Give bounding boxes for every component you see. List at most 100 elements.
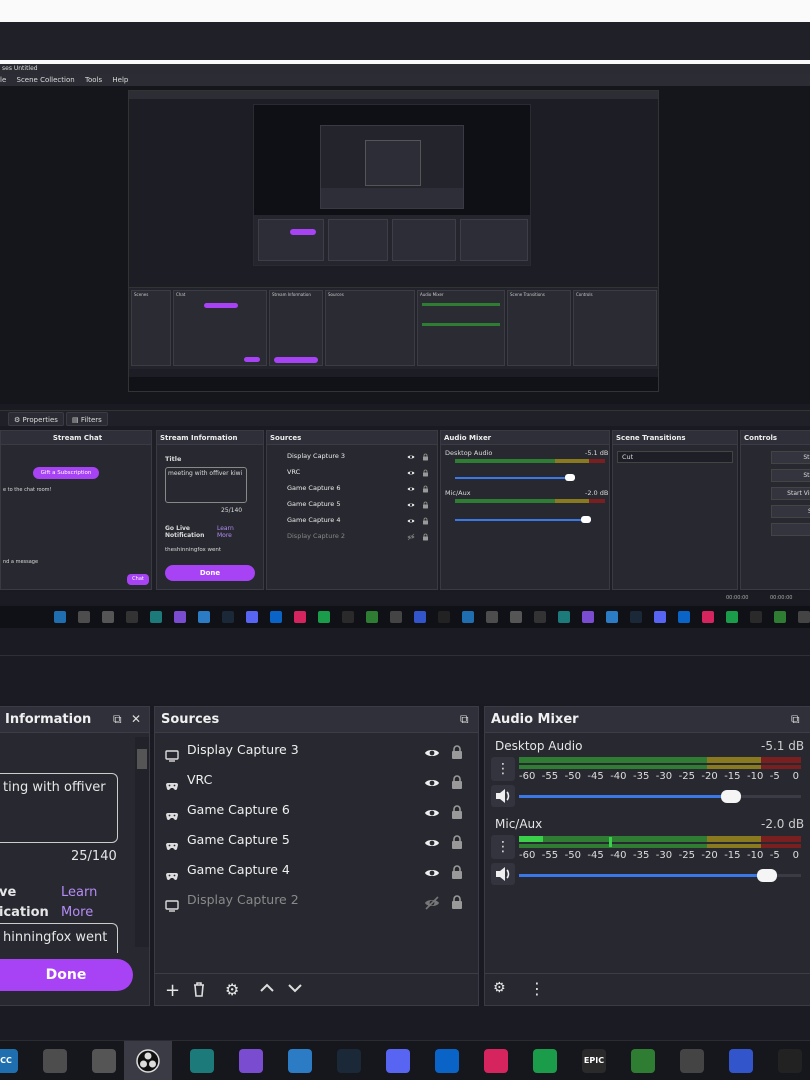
taskbar-epic-icon[interactable]: EPIC [582,1049,606,1073]
done-button[interactable]: Done [0,959,133,991]
close-icon[interactable]: ✕ [131,713,143,725]
mid-done-button[interactable]: Done [165,565,255,581]
desktop-volume-knob[interactable] [720,790,741,803]
mid-eye-icon[interactable] [407,500,415,514]
mid-source-item[interactable]: Display Capture 2 [271,529,433,543]
mid-chat-button[interactable]: Chat [127,574,149,585]
eye-icon[interactable] [424,742,440,758]
eye-icon[interactable] [424,862,440,878]
taskbar-roblox2-icon[interactable] [680,1049,704,1073]
mid-source-item[interactable]: VRC [271,465,433,479]
taskbar-roblox-icon[interactable] [92,1049,116,1073]
taskbar-capcut-icon[interactable] [778,1049,802,1073]
lock-icon[interactable] [450,891,464,909]
eye-icon[interactable] [424,802,440,818]
taskbar-tiktok-icon[interactable] [484,1049,508,1073]
eye-icon[interactable] [424,832,440,848]
mid-control-3[interactable]: Stu [771,505,810,518]
undock-icon[interactable]: ⧉ [460,713,472,725]
mid-eye-icon[interactable] [407,452,415,466]
mid-control-2[interactable]: Start Virtu [771,487,810,500]
source-item[interactable]: Game Capture 6 [161,795,468,825]
mid-lock-icon[interactable] [422,468,429,482]
mid-lock-icon[interactable] [422,532,429,546]
mid-source-item[interactable]: Display Capture 3 [271,449,433,463]
eye-off-icon[interactable] [424,892,440,910]
scrollbar[interactable] [135,737,149,947]
properties-button[interactable]: ⚙ Properties [8,412,64,426]
mid-source-item[interactable]: Game Capture 4 [271,513,433,527]
menu-file[interactable]: le [0,76,6,84]
mixer-menu-icon[interactable]: ⋮ [529,979,545,998]
taskbar-gimp-icon[interactable] [43,1049,67,1073]
learn-link[interactable]: Learn [61,885,97,900]
remove-source-icon[interactable] [191,981,207,1002]
mid-control-4[interactable]: S [771,523,810,536]
source-item[interactable]: VRC [161,765,468,795]
mid-eye-icon[interactable] [407,532,415,546]
mid-eye-icon[interactable] [407,484,415,498]
lock-icon[interactable] [450,741,464,759]
sources-panel: Sources ⧉ Display Capture 3 VRC Game Captu… [154,706,479,1006]
lock-icon[interactable] [450,801,464,819]
notification-input[interactable]: hinningfox went [0,923,118,953]
taskbar-steam-icon[interactable] [337,1049,361,1073]
add-source-icon[interactable]: + [165,980,180,1001]
mid-control-0[interactable]: Start [771,451,810,464]
menu-help[interactable]: Help [112,76,128,84]
title-input[interactable]: ting with offiver [0,773,118,843]
taskbar-mail-icon[interactable] [435,1049,459,1073]
taskbar-app-icon[interactable] [190,1049,214,1073]
eye-icon[interactable] [424,772,440,788]
taskbar-cc-icon[interactable]: CC [0,1049,18,1073]
taskbar-app2-icon[interactable] [288,1049,312,1073]
source-item[interactable]: Game Capture 5 [161,825,468,855]
mid-eye-icon[interactable] [407,468,415,482]
mid-lock-icon[interactable] [422,500,429,514]
source-label: Game Capture 5 [187,832,290,847]
mid-lock-icon[interactable] [422,516,429,530]
source-item[interactable]: Game Capture 4 [161,855,468,885]
advanced-audio-icon[interactable]: ⚙ [493,980,506,996]
source-item[interactable]: Display Capture 2 [161,885,468,915]
mic-volume-track[interactable] [519,869,801,882]
lock-icon[interactable] [450,831,464,849]
mid-taskbar-app-icon [798,611,810,623]
taskbar-obs-icon[interactable] [124,1041,172,1080]
lock-icon[interactable] [450,861,464,879]
filters-button[interactable]: ▤ Filters [66,412,108,426]
source-settings-icon[interactable]: ⚙ [225,980,239,999]
mid-source-item[interactable]: Game Capture 6 [271,481,433,495]
taskbar-app3-icon[interactable] [729,1049,753,1073]
desktop-volume-track[interactable] [519,790,801,803]
undock-icon[interactable]: ⧉ [791,713,803,725]
mid-eye-icon[interactable] [407,516,415,530]
taskbar-discord-icon[interactable] [386,1049,410,1073]
mid-control-1[interactable]: Start [771,469,810,482]
mid-chat-input[interactable]: nd a message [3,559,38,565]
mid-transition-select[interactable]: Cut [617,451,733,463]
move-up-icon[interactable] [259,980,275,1000]
mic-menu-icon[interactable]: ⋮ [491,835,515,859]
mid-title-input[interactable]: meeting with offiver kiwi [165,467,247,503]
menu-tools[interactable]: Tools [85,76,102,84]
mid-learn-more[interactable]: Learn More [217,525,243,539]
menu-scene-collection[interactable]: Scene Collection [17,76,75,84]
mid-lock-icon[interactable] [422,452,429,466]
taskbar-radar-icon[interactable] [533,1049,557,1073]
desktop-mute-icon[interactable] [491,785,515,807]
source-item[interactable]: Display Capture 3 [161,735,468,765]
mid-source-item[interactable]: Game Capture 5 [271,497,433,511]
desktop-menu-icon[interactable]: ⋮ [491,757,515,781]
lock-icon[interactable] [450,771,464,789]
taskbar-copilot-icon[interactable] [239,1049,263,1073]
move-down-icon[interactable] [287,980,303,1000]
mid-notif-input[interactable]: theshinningfox went [165,547,247,553]
mid-gift-button[interactable]: Gift a Subscription [33,467,99,479]
mic-volume-knob[interactable] [757,869,778,882]
mic-mute-icon[interactable] [491,863,515,885]
mid-lock-icon[interactable] [422,484,429,498]
more-link[interactable]: More [61,905,93,920]
undock-icon[interactable]: ⧉ [113,713,125,725]
taskbar-minecraft-icon[interactable] [631,1049,655,1073]
